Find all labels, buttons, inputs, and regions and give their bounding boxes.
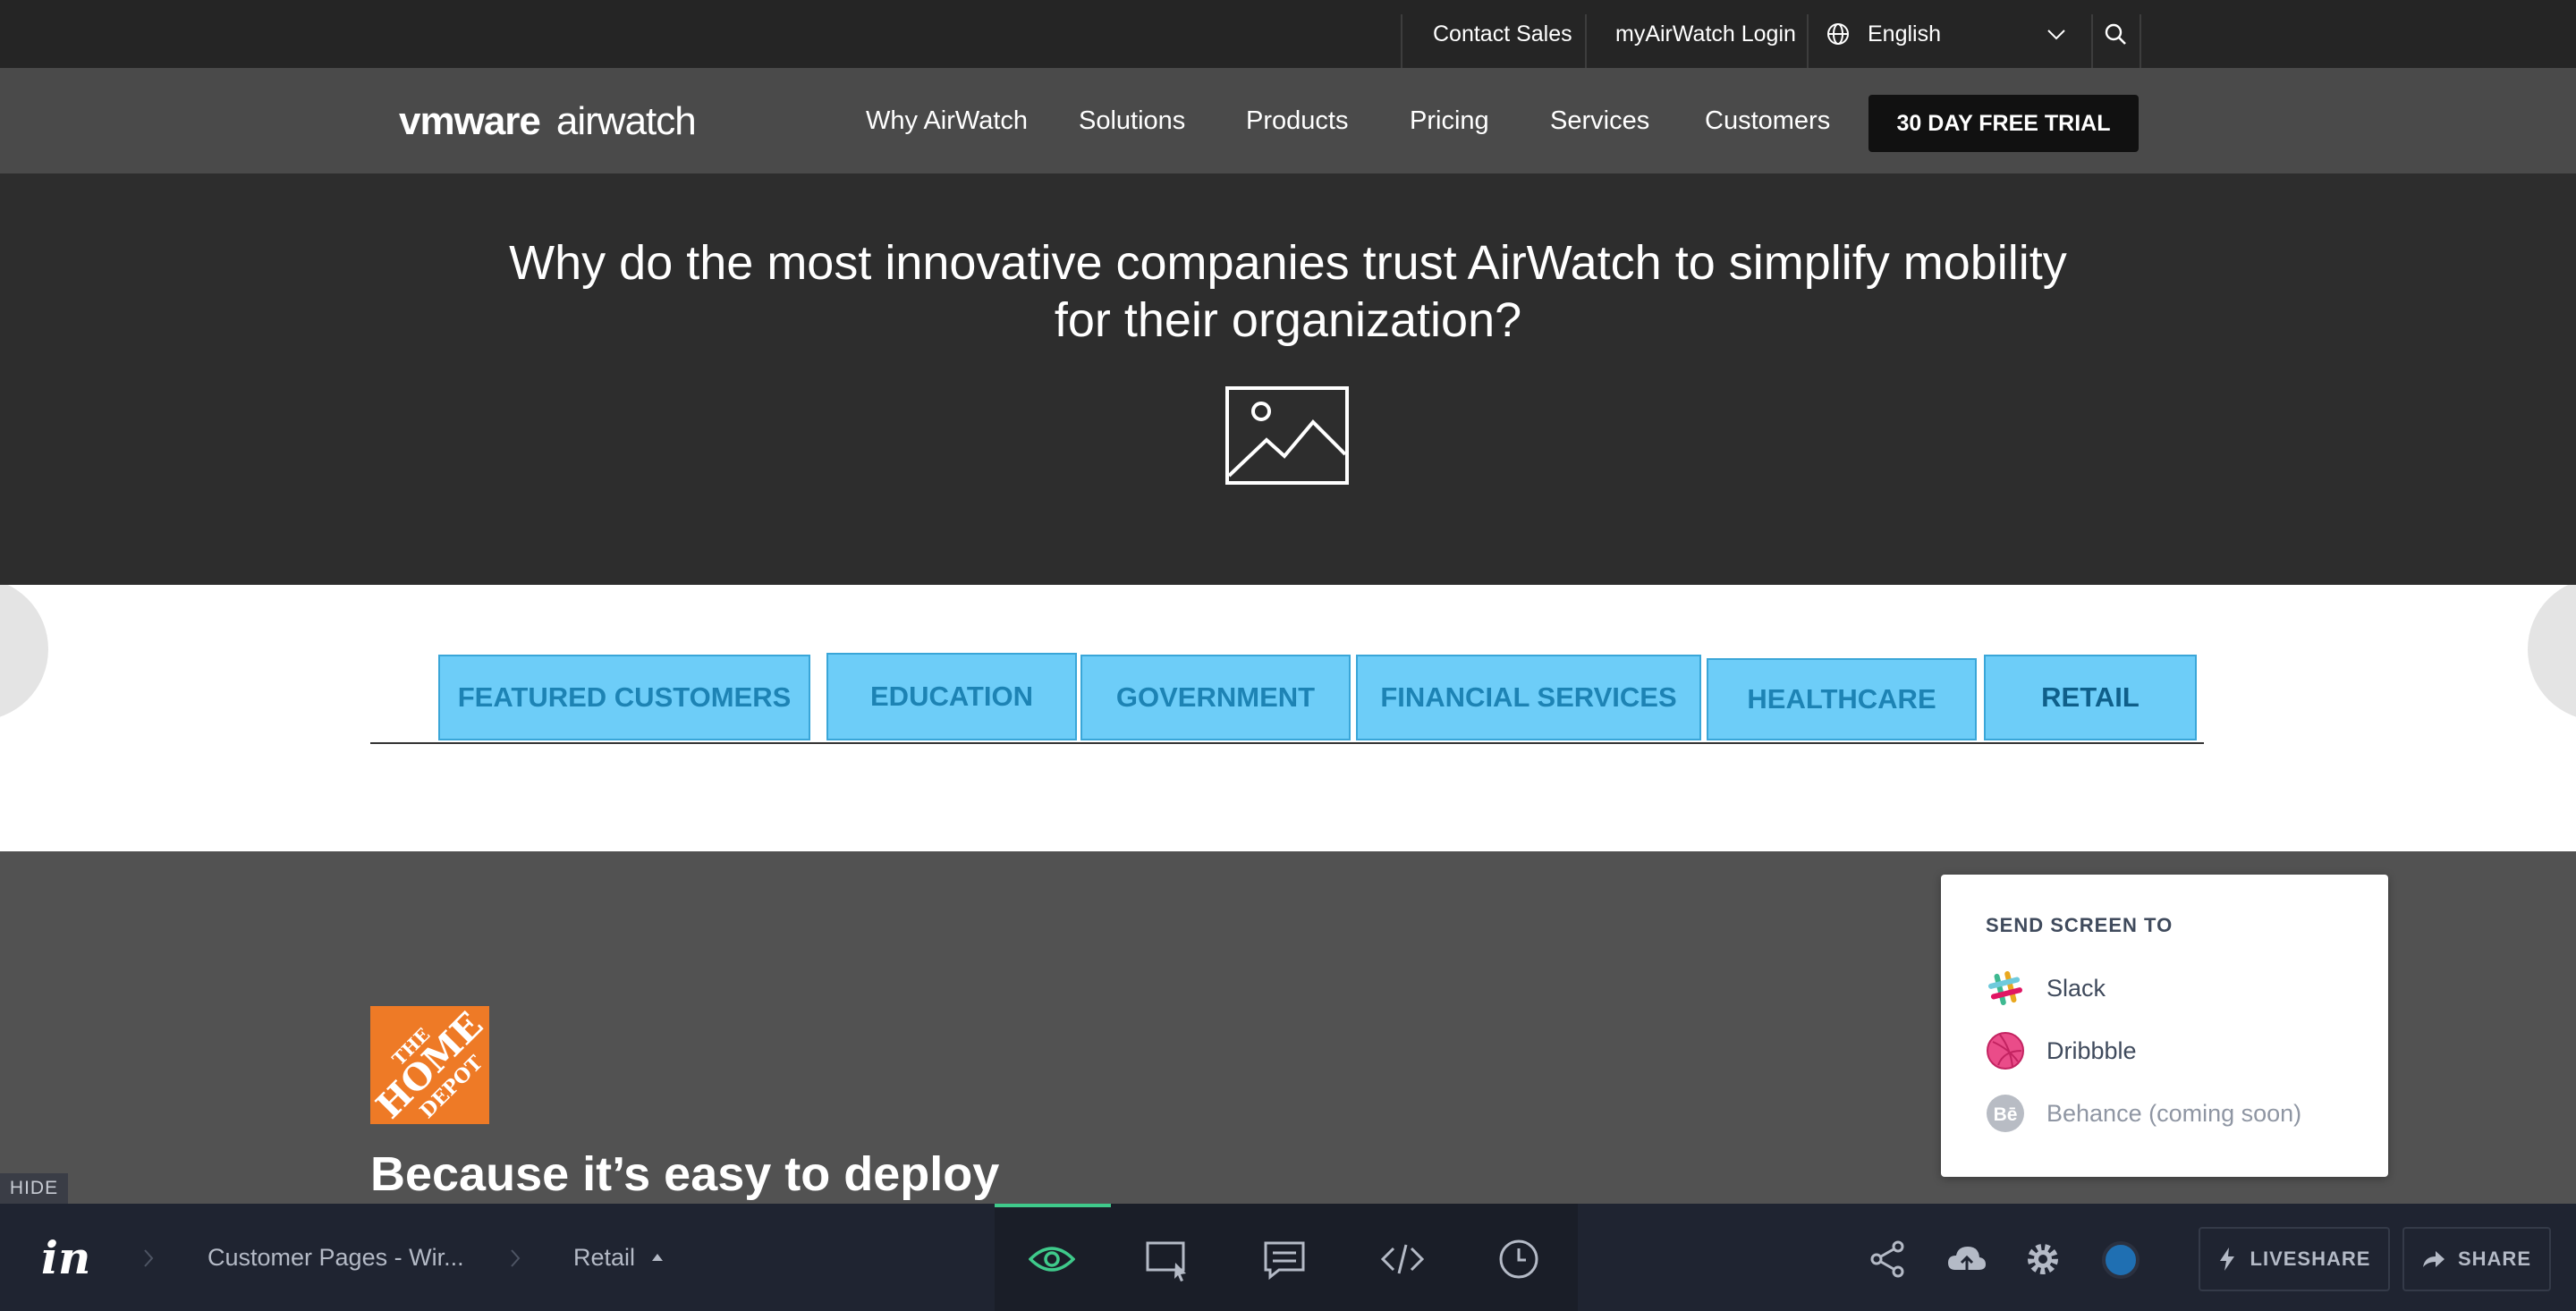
preview-icon[interactable] <box>1029 1236 1075 1282</box>
free-trial-button[interactable]: 30 DAY FREE TRIAL <box>1868 95 2139 152</box>
hero-title: Why do the most innovative companies tru… <box>509 236 2067 347</box>
settings-gear-icon[interactable] <box>2023 1239 2063 1279</box>
dribbble-label: Dribbble <box>2046 1036 2137 1064</box>
send-to-behance: Bē Behance (coming soon) <box>1986 1093 2301 1134</box>
home-depot-logo: THE HOME DEPOT <box>370 1006 489 1124</box>
search-button[interactable] <box>2104 0 2131 68</box>
invision-logo[interactable]: in <box>41 1204 90 1311</box>
divider <box>2091 14 2093 68</box>
nav-services[interactable]: Services <box>1550 68 1649 173</box>
chevron-right-icon <box>511 1249 521 1267</box>
logo-airwatch: airwatch <box>555 99 697 143</box>
share-button[interactable]: SHARE <box>2402 1227 2551 1291</box>
nav-customers[interactable]: Customers <box>1705 68 1830 173</box>
divider <box>1401 14 1402 68</box>
tab-underline <box>370 742 2204 744</box>
lightning-icon <box>2219 1248 2234 1271</box>
customer-headline: Because it’s easy to deploy <box>370 1147 1000 1201</box>
globe-icon <box>1827 23 1849 45</box>
tab-financial-services[interactable]: FINANCIAL SERVICES <box>1356 655 1701 740</box>
chevron-down-icon <box>2047 30 2065 40</box>
behance-icon: Bē <box>1987 1095 2024 1132</box>
tab-education[interactable]: EDUCATION <box>826 653 1077 740</box>
industry-tabs-section: FEATURED CUSTOMERS EDUCATION GOVERNMENT … <box>0 585 2576 851</box>
nav-why-airwatch[interactable]: Why AirWatch <box>866 68 1028 173</box>
divider <box>1807 14 1809 68</box>
tab-government[interactable]: GOVERNMENT <box>1080 655 1351 740</box>
chevron-right-icon <box>144 1249 154 1267</box>
nav-pricing[interactable]: Pricing <box>1410 68 1489 173</box>
inspect-icon[interactable] <box>1145 1236 1191 1282</box>
tab-retail[interactable]: RETAIL <box>1984 655 2197 740</box>
nav-products[interactable]: Products <box>1246 68 1348 173</box>
send-to-dribbble[interactable]: Dribbble <box>1986 1030 2137 1071</box>
language-select[interactable]: English <box>1826 0 2086 68</box>
carousel-prev-control[interactable] <box>0 585 48 721</box>
slack-icon <box>1987 970 2023 1006</box>
send-to-slack[interactable]: Slack <box>1986 968 2106 1009</box>
divider <box>2140 14 2141 68</box>
invision-toolbar: in Customer Pages - Wir... Retail LIVESH… <box>0 1204 2576 1311</box>
divider <box>1585 14 1587 68</box>
send-screen-popup: SEND SCREEN TO Slack Dribbble Bē Behance… <box>1941 875 2388 1177</box>
main-nav: vmware airwatch Why AirWatch Solutions P… <box>0 68 2576 173</box>
contact-sales-link[interactable]: Contact Sales <box>1433 0 1572 68</box>
tab-featured-customers[interactable]: FEATURED CUSTOMERS <box>438 655 810 740</box>
image-placeholder-icon <box>1225 386 1349 485</box>
liveshare-button[interactable]: LIVESHARE <box>2199 1227 2390 1291</box>
tab-healthcare[interactable]: HEALTHCARE <box>1707 658 1977 740</box>
mode-tools <box>995 1204 1578 1311</box>
screen-selector[interactable]: Retail <box>573 1204 664 1311</box>
history-icon[interactable] <box>1496 1236 1542 1282</box>
behance-label: Behance (coming soon) <box>2046 1099 2302 1127</box>
share-network-icon[interactable] <box>1868 1239 1907 1279</box>
nav-solutions[interactable]: Solutions <box>1079 68 1185 173</box>
share-arrow-icon <box>2422 1251 2445 1267</box>
logo-vmware: vmware <box>399 99 541 143</box>
search-icon <box>2105 23 2126 45</box>
hero-section: Why do the most innovative companies tru… <box>0 173 2576 585</box>
screen-name: Retail <box>573 1243 636 1271</box>
share-label: SHARE <box>2457 1248 2531 1270</box>
liveshare-label: LIVESHARE <box>2250 1248 2371 1270</box>
code-icon[interactable] <box>1379 1236 1426 1282</box>
popup-title: SEND SCREEN TO <box>1986 914 2174 936</box>
hide-toolbar-button[interactable]: HIDE <box>0 1173 68 1204</box>
carousel-next-control[interactable] <box>2528 585 2576 721</box>
language-label: English <box>1868 21 1941 47</box>
svg-text:Bē: Bē <box>1994 1104 2018 1125</box>
vmware-airwatch-logo[interactable]: vmware airwatch <box>399 95 697 148</box>
utility-bar: Contact Sales myAirWatch Login English <box>0 0 2576 68</box>
user-status-icon[interactable] <box>2102 1241 2140 1279</box>
active-mode-indicator <box>995 1204 1111 1207</box>
slack-label: Slack <box>2046 974 2106 1002</box>
caret-up-icon <box>652 1254 664 1261</box>
project-breadcrumb[interactable]: Customer Pages - Wir... <box>208 1204 464 1311</box>
dribbble-icon <box>1987 1032 2024 1070</box>
cloud-sync-icon[interactable] <box>1946 1239 1987 1279</box>
login-link[interactable]: myAirWatch Login <box>1615 0 1796 68</box>
comment-icon[interactable] <box>1261 1236 1308 1282</box>
